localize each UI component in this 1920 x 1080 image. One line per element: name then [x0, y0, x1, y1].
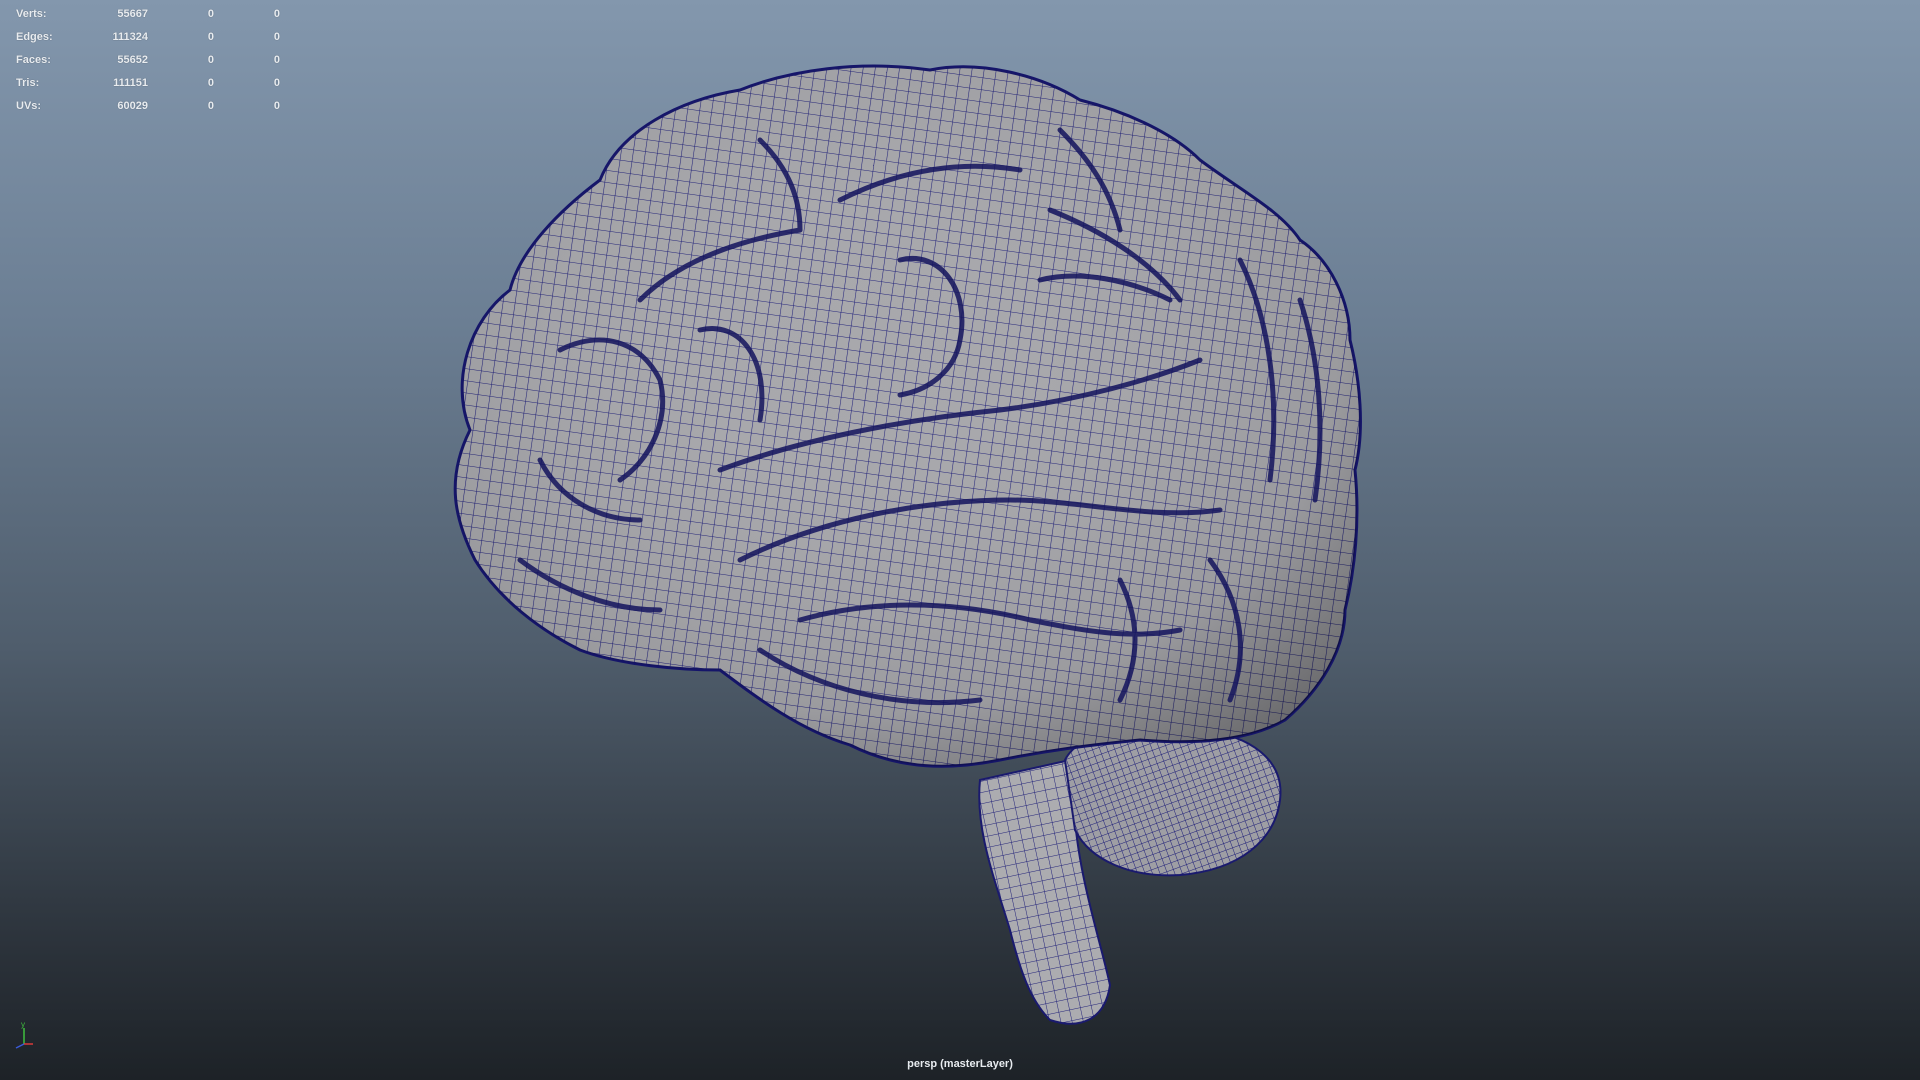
- camera-label: persp (masterLayer): [907, 1058, 1013, 1070]
- axis-y-label: y: [21, 1020, 25, 1029]
- hud-row-verts: Verts: 55667 0 0: [16, 2, 280, 25]
- hud-selected: 0: [207, 30, 214, 43]
- hud-selected: 0: [207, 76, 214, 89]
- hud-label: Verts:: [16, 7, 47, 20]
- brain-mesh[interactable]: [0, 0, 1920, 1080]
- hud-component: 0: [273, 76, 280, 89]
- hud-row-faces: Faces: 55652 0 0: [16, 48, 280, 71]
- hud-selected: 0: [207, 99, 214, 112]
- hud-value: 111151: [113, 76, 148, 89]
- hud-label: Edges:: [16, 30, 53, 43]
- hud-selected: 0: [207, 53, 214, 66]
- hud-value: 111324: [112, 30, 149, 43]
- hud-component: 0: [273, 7, 280, 20]
- hud-row-tris: Tris: 111151 0 0: [16, 71, 280, 94]
- hud-value: 55652: [117, 53, 148, 66]
- poly-count-hud: Verts: 55667 0 0 Edges: 111324 0 0 Faces…: [16, 2, 280, 117]
- viewport-panel[interactable]: Verts: 55667 0 0 Edges: 111324 0 0 Faces…: [0, 0, 1920, 1080]
- hud-component: 0: [273, 99, 280, 112]
- hud-row-edges: Edges: 111324 0 0: [16, 25, 280, 48]
- cerebellum: [1063, 725, 1282, 877]
- axis-gizmo-icon: y: [15, 1020, 33, 1049]
- hud-label: Tris:: [16, 76, 40, 89]
- hud-component: 0: [273, 30, 280, 43]
- hud-label: UVs:: [16, 99, 42, 112]
- hud-value: 55667: [117, 7, 148, 20]
- hud-value: 60029: [117, 99, 148, 112]
- hud-selected: 0: [207, 7, 214, 20]
- hud-label: Faces:: [16, 53, 51, 66]
- hud-component: 0: [273, 53, 280, 66]
- hud-row-uvs: UVs: 60029 0 0: [16, 94, 280, 117]
